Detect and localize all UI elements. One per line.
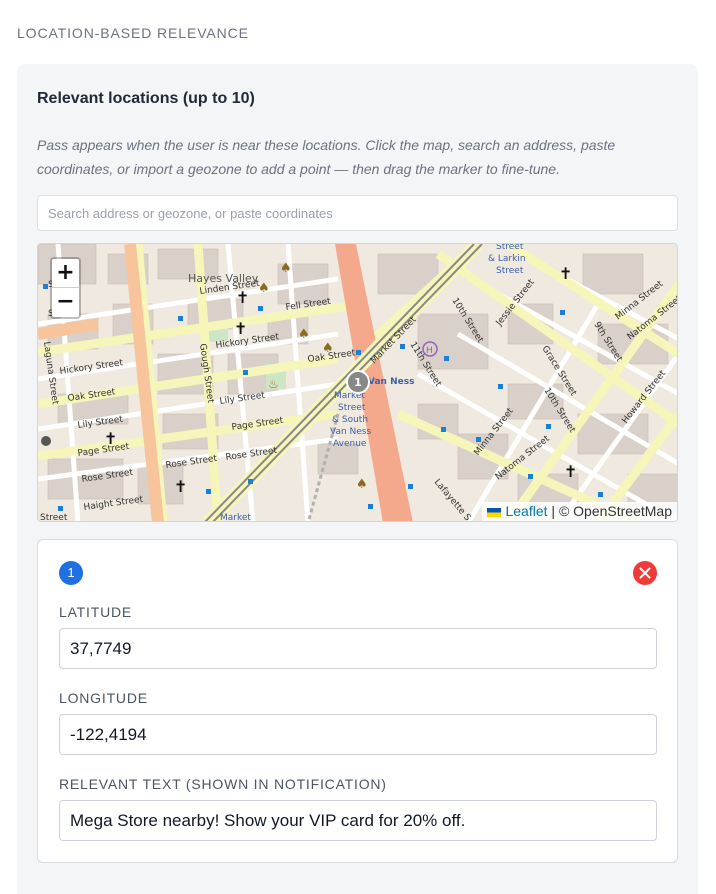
map-label: Page Street: [77, 442, 130, 459]
zoom-control: + −: [50, 257, 81, 319]
map-view[interactable]: ✝ ✝ ✝ ✝ ✝ ✝ ♠ ♠ ♠ ♠ ♠ Hayes Valley Linde…: [37, 243, 678, 522]
marker-label: 1: [354, 376, 362, 389]
map-tiles[interactable]: ✝ ✝ ✝ ✝ ✝ ✝ ♠ ♠ ♠ ♠ ♠ Hayes Valley Linde…: [38, 244, 678, 522]
latitude-label: LATITUDE: [59, 604, 133, 620]
svg-text:✝: ✝: [564, 462, 577, 481]
latitude-input[interactable]: [59, 628, 657, 669]
map-label: Lafayette S: [432, 478, 473, 522]
relevant-text-input[interactable]: [59, 800, 657, 841]
map-label: Street: [40, 513, 68, 522]
remove-location-button[interactable]: [633, 561, 657, 585]
zoom-in-button[interactable]: +: [52, 259, 79, 288]
map-label: Van Ness: [368, 377, 414, 387]
longitude-input[interactable]: [59, 714, 657, 755]
map-attribution: Leaflet | © OpenStreetMap: [482, 502, 677, 521]
svg-text:♠: ♠: [280, 261, 292, 276]
svg-text:✝: ✝: [559, 264, 572, 283]
map-label: Street: [338, 403, 366, 413]
close-icon: [639, 567, 651, 579]
leaflet-link[interactable]: Leaflet: [505, 503, 547, 519]
map-label: Page Street: [231, 416, 284, 433]
card-description: Pass appears when the user is near these…: [37, 137, 616, 177]
longitude-label: LONGITUDE: [59, 690, 148, 706]
osm-link[interactable]: © OpenStreetMap: [559, 503, 672, 519]
locations-card: Relevant locations (up to 10) Pass appea…: [17, 64, 698, 894]
attribution-separator: |: [551, 503, 556, 519]
svg-text:✝: ✝: [174, 477, 187, 496]
svg-text:✝: ✝: [234, 319, 247, 338]
svg-text:♨: ♨: [268, 377, 279, 391]
map-label: Market: [220, 513, 251, 522]
relevant-text-label: RELEVANT TEXT (SHOWN IN NOTIFICATION): [59, 776, 387, 792]
card-title: Relevant locations (up to 10): [37, 90, 255, 107]
map-label: & South: [332, 415, 368, 425]
svg-text:♠: ♠: [298, 327, 310, 342]
map-label: & Larkin: [488, 254, 526, 264]
search-input[interactable]: [37, 195, 678, 231]
map-label: Street: [496, 244, 524, 252]
map-label: Van Ness: [330, 427, 371, 437]
location-index-badge: 1: [59, 561, 83, 585]
map-label: Street: [496, 266, 524, 276]
section-title: LOCATION-BASED RELEVANCE: [17, 25, 249, 41]
zoom-out-button[interactable]: −: [52, 288, 79, 317]
svg-text:H: H: [426, 346, 433, 356]
location-entry: 1 LATITUDE LONGITUDE RELEVANT TEXT (SHOW…: [37, 539, 678, 863]
map-label: Avenue: [333, 439, 367, 449]
svg-text:♠: ♠: [356, 477, 368, 492]
ukraine-flag-icon: [487, 508, 502, 517]
